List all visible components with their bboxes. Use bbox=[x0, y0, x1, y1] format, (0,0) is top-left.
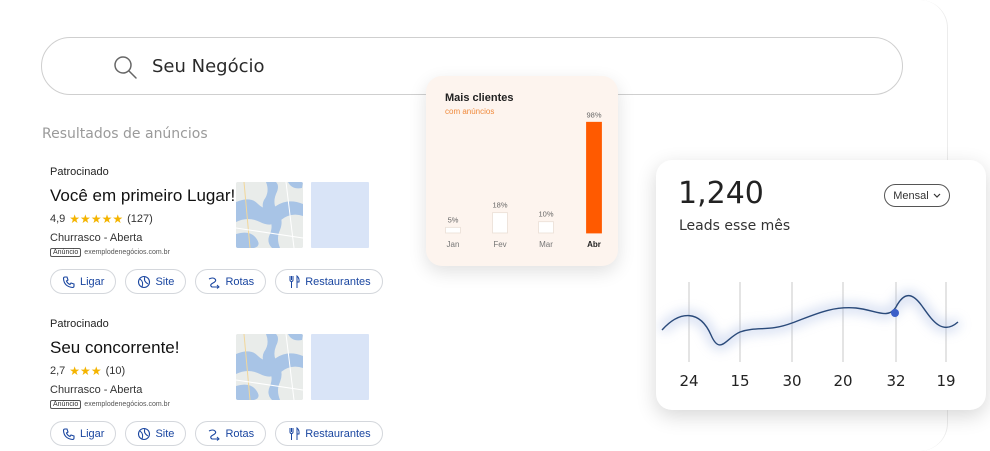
highlight-point[interactable] bbox=[891, 309, 899, 317]
leads-card: 1,240 Leads esse mês Mensal 24 15 30 20 32 19 bbox=[656, 160, 986, 410]
fork-knife-icon bbox=[289, 274, 300, 288]
business-status: Churrasco - Aberta bbox=[50, 232, 143, 244]
globe-icon bbox=[138, 275, 151, 288]
x-tick-label: 24 bbox=[679, 372, 698, 390]
route-icon bbox=[209, 428, 221, 441]
business-name[interactable]: Seu concorrente! bbox=[50, 338, 179, 358]
star-rating-icon: ★★★★★ bbox=[69, 212, 124, 226]
call-button-label: Ligar bbox=[80, 275, 105, 288]
rating-row: 2,7 ★★★ (10) bbox=[50, 364, 125, 378]
rating-value: 2,7 bbox=[50, 365, 66, 377]
x-tick-label: 19 bbox=[936, 372, 955, 390]
bar-Abr bbox=[586, 121, 602, 234]
call-button[interactable]: Ligar bbox=[50, 421, 117, 446]
line-glow bbox=[659, 291, 961, 349]
sponsored-label: Patrocinado bbox=[50, 166, 109, 178]
action-buttons: Ligar Site Rotas Restaurantes bbox=[50, 269, 383, 294]
map-thumbnail[interactable] bbox=[236, 182, 303, 248]
bar-value-label: 18% bbox=[492, 201, 507, 210]
search-icon bbox=[114, 56, 137, 79]
line-chart: 24 15 30 20 32 19 bbox=[659, 282, 961, 390]
ad-url[interactable]: exemplodenegócios.com.br bbox=[84, 249, 170, 256]
restaurants-button[interactable]: Restaurantes bbox=[275, 421, 383, 446]
results-heading: Resultados de anúncios bbox=[42, 126, 208, 142]
bar-value-label: 98% bbox=[586, 110, 601, 119]
restaurants-button-label: Restaurantes bbox=[305, 427, 371, 440]
business-status: Churrasco - Aberta bbox=[50, 384, 143, 396]
page-canvas: Seu Negócio Resultados de anúncios Patro… bbox=[0, 0, 990, 451]
fork-knife-icon bbox=[289, 426, 300, 440]
rating-row: 4,9 ★★★★★ (127) bbox=[50, 212, 153, 226]
star-rating-icon: ★★★ bbox=[69, 364, 102, 378]
directions-button-label: Rotas bbox=[225, 275, 255, 288]
ad-badge: Anúncio bbox=[50, 400, 82, 409]
bar-value-label: 10% bbox=[538, 210, 553, 219]
photo-thumbnail[interactable] bbox=[311, 182, 369, 248]
bar-Jan bbox=[445, 226, 461, 234]
website-button-label: Site bbox=[155, 427, 175, 440]
ad-result-card[interactable]: Patrocinado Você em primeiro Lugar! 4,9 … bbox=[40, 162, 383, 302]
ad-url[interactable]: exemplodenegócios.com.br bbox=[84, 401, 170, 408]
phone-icon bbox=[62, 275, 75, 288]
x-tick-label: 30 bbox=[782, 372, 801, 390]
x-tick-label: 15 bbox=[730, 372, 749, 390]
x-tick-label: 20 bbox=[833, 372, 852, 390]
bar-value-label: 5% bbox=[448, 215, 459, 224]
bar-category-label: Jan bbox=[447, 240, 460, 249]
review-count: (10) bbox=[105, 365, 126, 377]
bar-Mar bbox=[538, 221, 554, 234]
ad-result-card[interactable]: Patrocinado Seu concorrente! 2,7 ★★★ (10… bbox=[40, 314, 383, 451]
directions-button[interactable]: Rotas bbox=[195, 269, 267, 294]
call-button[interactable]: Ligar bbox=[50, 269, 117, 294]
directions-button-label: Rotas bbox=[225, 427, 255, 440]
bar-category-label: Fev bbox=[493, 240, 506, 249]
review-count: (127) bbox=[127, 213, 153, 225]
bar-category-label: Mar bbox=[539, 240, 553, 249]
rating-value: 4,9 bbox=[50, 213, 66, 225]
directions-button[interactable]: Rotas bbox=[195, 421, 267, 446]
ad-badge-row: Anúncio exemplodenegócios.com.br bbox=[50, 248, 170, 257]
ad-badge: Anúncio bbox=[50, 248, 82, 257]
sponsored-label: Patrocinado bbox=[50, 318, 109, 330]
x-tick-label: 32 bbox=[886, 372, 905, 390]
ad-badge-row: Anúncio exemplodenegócios.com.br bbox=[50, 400, 170, 409]
search-input-value[interactable]: Seu Negócio bbox=[152, 56, 265, 77]
website-button[interactable]: Site bbox=[125, 269, 187, 294]
route-icon bbox=[209, 276, 221, 289]
business-name[interactable]: Você em primeiro Lugar! bbox=[50, 186, 235, 206]
map-thumbnail[interactable] bbox=[236, 334, 303, 400]
more-clients-card: Mais clientes com anúncios 5% Jan 18% Fev 10… bbox=[426, 76, 618, 266]
bar-chart: 5% Jan 18% Fev 10% Mar 98% Abr bbox=[445, 110, 602, 249]
website-button-label: Site bbox=[155, 275, 175, 288]
restaurants-button-label: Restaurantes bbox=[305, 275, 371, 288]
action-buttons: Ligar Site Rotas Restaurantes bbox=[50, 421, 383, 446]
restaurants-button[interactable]: Restaurantes bbox=[275, 269, 383, 294]
photo-thumbnail[interactable] bbox=[311, 334, 369, 400]
bar-Fev bbox=[492, 212, 508, 234]
website-button[interactable]: Site bbox=[125, 421, 187, 446]
globe-icon bbox=[138, 427, 151, 440]
phone-icon bbox=[62, 427, 75, 440]
call-button-label: Ligar bbox=[80, 427, 105, 440]
bar-category-label: Abr bbox=[587, 240, 601, 249]
